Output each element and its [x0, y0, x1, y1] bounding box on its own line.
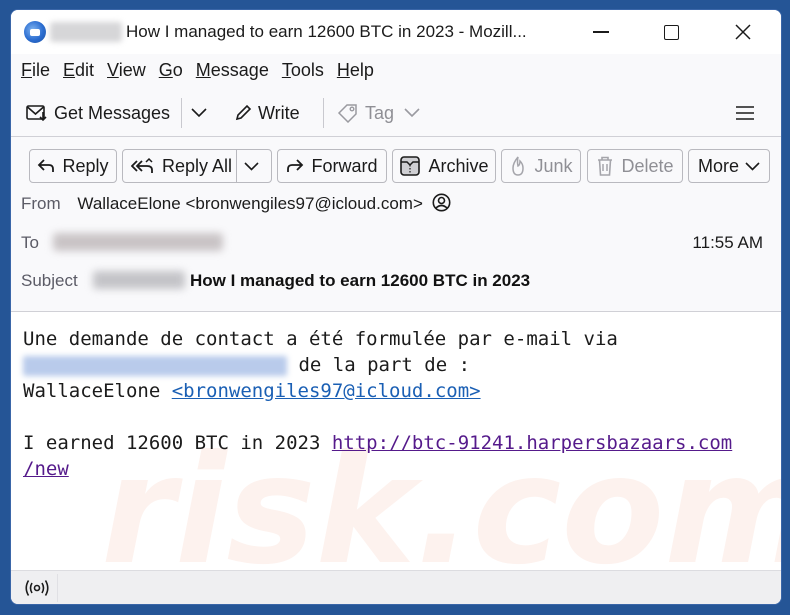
- reply-all-dropdown[interactable]: [237, 150, 273, 182]
- blurred-account-name: [50, 22, 122, 42]
- menu-accel: G: [158, 59, 173, 80]
- scam-url-link[interactable]: http://btc-91241.harpersbazaars.com: [332, 432, 732, 454]
- subject-label: Subject: [21, 271, 78, 290]
- menu-help[interactable]: Help: [337, 60, 374, 81]
- minimize-button[interactable]: [581, 18, 621, 46]
- menu-bar: File Edit View Go Message Tools Help: [11, 54, 781, 86]
- body-line-2: de la part de :: [287, 354, 471, 376]
- sender-email-link[interactable]: <bronwengiles97@icloud.com>: [172, 380, 481, 402]
- archive-button[interactable]: Archive: [392, 149, 496, 183]
- menu-label: ools: [290, 59, 324, 80]
- get-messages-label: Get Messages: [54, 102, 171, 123]
- delete-label: Delete: [621, 155, 674, 176]
- thunderbird-window: How I managed to earn 12600 BTC in 2023 …: [10, 9, 782, 605]
- get-messages-button[interactable]: Get Messages: [26, 98, 170, 128]
- menu-label: iew: [118, 59, 146, 80]
- more-label: More: [697, 155, 739, 176]
- from-row: From WallaceElone <bronwengiles97@icloud…: [21, 193, 451, 214]
- blurred-subject-prefix: [93, 271, 185, 289]
- minimize-icon: [593, 31, 609, 33]
- close-button[interactable]: [723, 18, 763, 46]
- menu-label: elp: [349, 59, 374, 80]
- reply-label: Reply: [62, 155, 109, 176]
- menu-label: dit: [75, 59, 95, 80]
- pencil-icon: [235, 104, 252, 121]
- menu-accel: M: [195, 59, 211, 80]
- hamburger-icon: [736, 106, 754, 120]
- menu-accel: H: [336, 59, 350, 80]
- menu-label: essage: [210, 59, 269, 80]
- junk-label: Junk: [534, 155, 573, 176]
- activity-broadcast-icon: [25, 580, 49, 596]
- subject-value: How I managed to earn 12600 BTC in 2023: [190, 271, 531, 290]
- tag-icon: [337, 104, 357, 123]
- chevron-down-icon: [404, 108, 420, 118]
- from-value[interactable]: WallaceElone <bronwengiles97@icloud.com>: [77, 194, 423, 213]
- status-bar: [11, 570, 781, 604]
- write-button[interactable]: Write: [234, 98, 300, 128]
- activity-button[interactable]: [17, 574, 58, 602]
- more-button[interactable]: More: [688, 149, 770, 183]
- to-row: To: [21, 233, 39, 253]
- sender-name: WallaceElone: [23, 380, 172, 402]
- app-menu-button[interactable]: [735, 98, 761, 128]
- junk-flame-icon: [512, 156, 525, 176]
- write-label: Write: [258, 102, 300, 123]
- message-body: risk.com Une demande de contact a été fo…: [11, 311, 781, 572]
- forward-button[interactable]: Forward: [277, 149, 387, 183]
- blurred-website-link[interactable]: [23, 355, 287, 376]
- maximize-button[interactable]: [651, 18, 691, 46]
- thunderbird-logo-icon: [24, 21, 46, 43]
- menu-accel: E: [63, 59, 76, 80]
- main-toolbar: Get Messages Write Tag: [11, 90, 781, 137]
- menu-accel: T: [281, 59, 291, 80]
- toolbar-separator: [323, 98, 324, 128]
- trash-icon: [598, 156, 613, 176]
- tag-button[interactable]: Tag: [337, 98, 426, 128]
- blurred-recipient: [53, 233, 223, 251]
- menu-accel: F: [21, 59, 32, 80]
- menu-tools[interactable]: Tools: [282, 60, 324, 81]
- contact-icon[interactable]: [432, 193, 451, 212]
- menu-message[interactable]: Message: [196, 60, 269, 81]
- menu-label: ile: [32, 59, 51, 80]
- menu-go[interactable]: Go: [159, 60, 183, 81]
- forward-label: Forward: [311, 155, 378, 176]
- reply-all-label: Reply All: [162, 155, 233, 176]
- chevron-down-icon: [191, 108, 207, 118]
- maximize-icon: [663, 24, 679, 40]
- to-label: To: [21, 233, 39, 252]
- title-bar[interactable]: How I managed to earn 12600 BTC in 2023 …: [11, 10, 781, 54]
- toolbar-separator: [181, 98, 182, 128]
- forward-icon: [287, 159, 304, 172]
- body-line-5: I earned 12600 BTC in 2023: [23, 432, 332, 454]
- reply-button[interactable]: Reply: [29, 149, 117, 183]
- menu-edit[interactable]: Edit: [63, 60, 94, 81]
- menu-label: o: [172, 59, 183, 80]
- get-messages-dropdown[interactable]: [191, 98, 213, 128]
- delete-button[interactable]: Delete: [587, 149, 683, 183]
- scam-url-link-continued[interactable]: /new: [23, 458, 69, 480]
- from-label: From: [21, 194, 61, 213]
- archive-icon: [400, 156, 421, 176]
- reply-all-icon: [131, 157, 153, 173]
- window-title: How I managed to earn 12600 BTC in 2023 …: [126, 22, 527, 41]
- junk-button[interactable]: Junk: [501, 149, 581, 183]
- close-icon: [735, 24, 751, 40]
- message-time: 11:55 AM: [692, 233, 763, 252]
- tag-label: Tag: [365, 102, 395, 123]
- menu-accel: V: [107, 59, 119, 80]
- menu-view[interactable]: View: [107, 60, 146, 81]
- subject-row: Subject: [21, 271, 78, 291]
- reply-all-button[interactable]: Reply All: [122, 149, 272, 183]
- archive-label: Archive: [428, 155, 489, 176]
- chevron-down-icon: [745, 161, 760, 171]
- body-line-1: Une demande de contact a été formulée pa…: [23, 328, 618, 350]
- chevron-down-icon: [244, 161, 259, 171]
- reply-icon: [38, 159, 55, 172]
- menu-file[interactable]: File: [21, 60, 50, 81]
- get-messages-icon: [26, 105, 47, 122]
- body-text: Une demande de contact a été formulée pa…: [23, 326, 732, 482]
- message-action-bar: Reply Reply All Forward Archive Junk Del…: [11, 149, 781, 185]
